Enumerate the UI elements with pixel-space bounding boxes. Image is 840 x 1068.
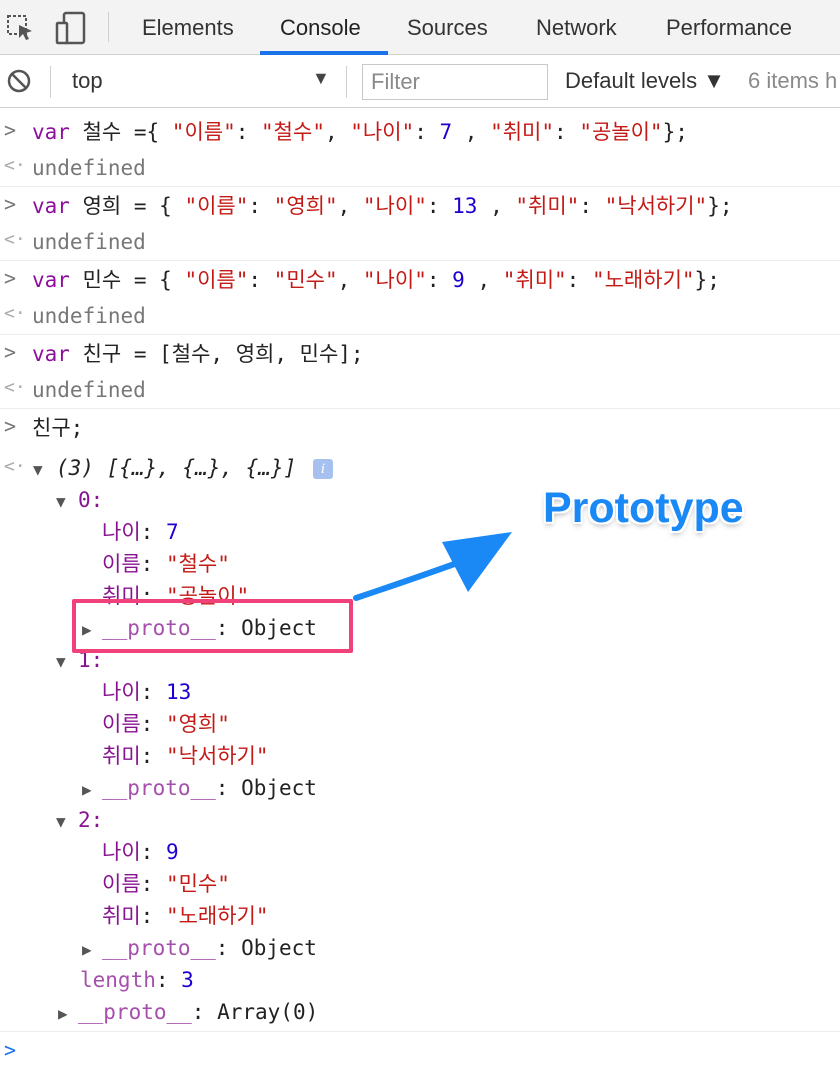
array-summary[interactable]: (3) [{…}, {…}, {…}] i bbox=[56, 453, 333, 483]
input-line: var 철수 ={ "이름": "철수", "나이": 7 , "취미": "공… bbox=[32, 120, 688, 144]
length-row: length: 3 bbox=[80, 968, 194, 992]
property-row: 나이: 13 bbox=[102, 680, 192, 704]
console-input-row[interactable] bbox=[0, 1031, 840, 1068]
tab-performance[interactable]: Performance bbox=[666, 0, 792, 55]
input-prompt-icon: > bbox=[4, 414, 17, 438]
expand-triangle-icon[interactable]: ▼ bbox=[56, 812, 66, 831]
active-tab-indicator bbox=[260, 51, 388, 55]
result-arrow-icon: <· bbox=[4, 377, 26, 398]
proto-highlight-box bbox=[72, 599, 353, 653]
property-row: 이름: "민수" bbox=[102, 872, 230, 896]
property-row: 이름: "영희" bbox=[102, 712, 230, 736]
result-arrow-icon: <· bbox=[4, 155, 26, 176]
input-line: 친구; bbox=[32, 416, 84, 440]
expand-triangle-icon[interactable]: ▼ bbox=[56, 652, 66, 671]
input-line: var 친구 = [철수, 영희, 민수]; bbox=[32, 342, 364, 366]
input-line: var 민수 = { "이름": "민수", "나이": 9 , "취미": "… bbox=[32, 268, 720, 292]
property-row: 나이: 9 bbox=[102, 840, 179, 864]
tab-console[interactable]: Console bbox=[280, 0, 361, 55]
result-line: undefined bbox=[32, 156, 146, 180]
result-arrow-icon: <· bbox=[4, 229, 26, 250]
property-row: 이름: "철수" bbox=[102, 552, 230, 576]
info-icon: i bbox=[312, 459, 333, 479]
log-levels-dropdown[interactable]: Default levels ▼ bbox=[565, 68, 725, 94]
input-line: var 영희 = { "이름": "영희", "나이": 13 , "취미": … bbox=[32, 194, 733, 218]
input-prompt-icon: > bbox=[4, 118, 17, 142]
expand-triangle-icon[interactable]: ▼ bbox=[33, 460, 43, 479]
prototype-annotation-label: Prototype bbox=[543, 484, 744, 532]
input-prompt-icon: > bbox=[4, 340, 17, 364]
tab-network[interactable]: Network bbox=[536, 0, 617, 55]
devtools-tabbar: Elements Console Sources Network Perform… bbox=[0, 0, 840, 55]
collapse-triangle-icon[interactable]: ▶ bbox=[82, 940, 92, 959]
context-dropdown-arrow-icon[interactable]: ▼ bbox=[312, 68, 330, 89]
result-arrow-icon: <· bbox=[4, 303, 26, 324]
tab-sources[interactable]: Sources bbox=[407, 0, 488, 55]
property-row: 취미: "낙서하기" bbox=[102, 744, 269, 768]
result-arrow-icon: <· bbox=[4, 456, 26, 477]
array-index[interactable]: 0: bbox=[78, 485, 103, 515]
items-count: 6 items h bbox=[748, 68, 838, 93]
expand-triangle-icon[interactable]: ▼ bbox=[56, 492, 66, 511]
console-input-prompt-icon[interactable]: > bbox=[4, 1038, 16, 1062]
result-line: undefined bbox=[32, 378, 146, 402]
property-row: 취미: "노래하기" bbox=[102, 904, 269, 928]
proto-row[interactable]: __proto__: Object bbox=[102, 773, 317, 803]
inspect-element-icon[interactable] bbox=[6, 13, 36, 43]
execution-context-select[interactable]: top bbox=[72, 68, 103, 94]
input-prompt-icon: > bbox=[4, 192, 17, 216]
result-line: undefined bbox=[32, 304, 146, 328]
collapse-triangle-icon[interactable]: ▶ bbox=[58, 1004, 68, 1023]
property-row: 나이: 7 bbox=[102, 520, 179, 544]
tab-elements[interactable]: Elements bbox=[142, 0, 234, 55]
array-proto-row[interactable]: __proto__: Array(0) bbox=[78, 997, 318, 1027]
console-toolbar: top ▼ Default levels ▼ 6 items h bbox=[0, 56, 840, 108]
clear-console-icon[interactable] bbox=[6, 68, 32, 94]
device-toolbar-icon[interactable] bbox=[54, 11, 88, 45]
input-prompt-icon: > bbox=[4, 266, 17, 290]
annotation-arrow-icon bbox=[353, 532, 512, 601]
array-index[interactable]: 2: bbox=[78, 805, 103, 835]
filter-input[interactable] bbox=[362, 64, 548, 100]
result-line: undefined bbox=[32, 230, 146, 254]
collapse-triangle-icon[interactable]: ▶ bbox=[82, 780, 92, 799]
proto-row[interactable]: __proto__: Object bbox=[102, 933, 317, 963]
